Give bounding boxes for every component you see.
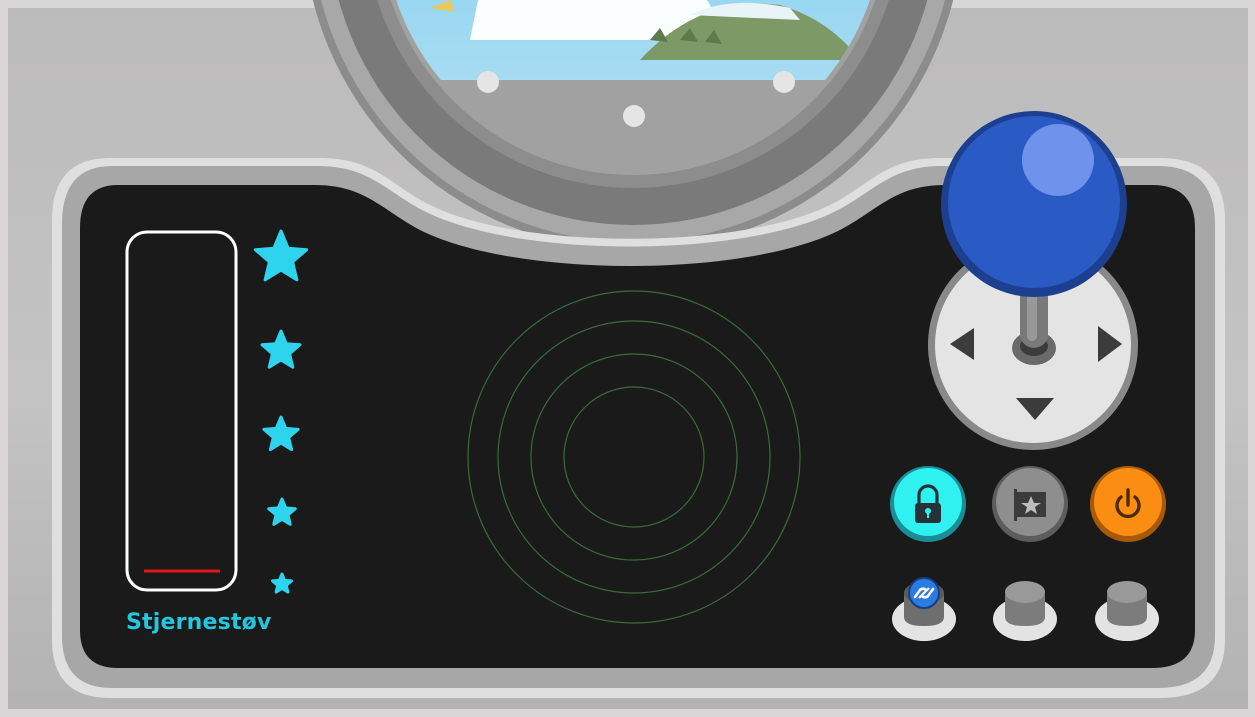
joystick[interactable] <box>928 111 1138 450</box>
meter-label: Stjernestøv <box>126 610 272 635</box>
star-flag-icon <box>1014 489 1046 521</box>
power-button[interactable] <box>1090 466 1166 542</box>
link-icon <box>908 577 940 609</box>
porthole-rivet <box>477 71 499 93</box>
lock-button[interactable] <box>890 466 966 542</box>
flag-button[interactable] <box>992 466 1068 542</box>
porthole-rivet <box>623 105 645 127</box>
porthole-rivet <box>773 71 795 93</box>
